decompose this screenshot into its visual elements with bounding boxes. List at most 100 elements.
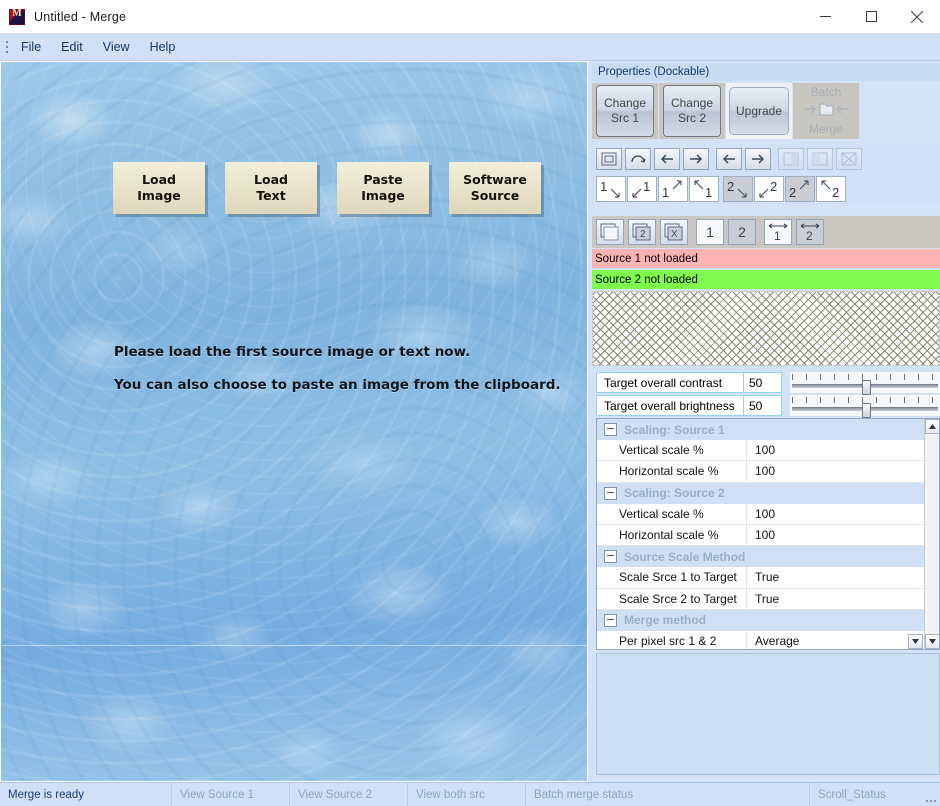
table-row[interactable]: Per pixel src 1 & 2 Average <box>597 630 939 649</box>
menu-item-view[interactable]: View <box>94 37 139 57</box>
property-category-scaling-source-2[interactable]: Scaling: Source 2 <box>597 482 939 504</box>
frame-icon[interactable] <box>596 148 622 170</box>
change-src-2-line1: Change <box>670 96 714 110</box>
status-view-source-2[interactable]: View Source 2 <box>290 783 408 806</box>
arrow-left-icon-2[interactable] <box>716 148 742 170</box>
load-image-button[interactable]: Load Image <box>113 162 205 214</box>
menu-item-edit[interactable]: Edit <box>52 37 92 57</box>
arrow-right-icon-2[interactable] <box>745 148 771 170</box>
arrow-right-icon[interactable] <box>683 148 709 170</box>
maximize-icon[interactable] <box>848 0 894 33</box>
property-value[interactable]: 100 <box>747 461 939 481</box>
property-key: Horizontal scale % <box>597 461 747 482</box>
property-value[interactable]: 100 <box>747 504 939 524</box>
rotate-cw-icon[interactable] <box>625 148 651 170</box>
src2-top-right-tool[interactable]: 2 <box>785 176 815 202</box>
status-view-both-src[interactable]: View both src <box>408 783 526 806</box>
source-1-status-strip: Source 1 not loaded <box>592 249 940 268</box>
svg-text:1: 1 <box>774 229 781 242</box>
status-scroll: Scroll_Status <box>818 788 886 801</box>
title-bar: Untitled - Merge <box>0 0 940 33</box>
svg-text:X: X <box>671 229 678 240</box>
change-src-1-button[interactable]: Change Src 1 <box>592 83 658 139</box>
table-row[interactable]: Scale Srce 2 to Target True <box>597 588 939 610</box>
table-row[interactable]: Horizontal scale % 100 <box>597 524 939 547</box>
property-value[interactable]: 100 <box>747 525 939 545</box>
target-brightness-slider[interactable] <box>790 395 940 418</box>
software-source-button[interactable]: Software Source <box>449 162 541 214</box>
target-contrast-slider[interactable] <box>790 372 940 395</box>
property-value[interactable]: 100 <box>747 440 939 460</box>
property-category-source-scale-method[interactable]: Source Scale Method <box>597 546 939 568</box>
src2-top-left-tool[interactable]: 2 <box>816 176 846 202</box>
property-key: Vertical scale % <box>597 440 747 461</box>
cross-box-icon[interactable] <box>836 148 862 170</box>
property-grid-scrollbar[interactable] <box>924 419 939 649</box>
scroll-down-icon[interactable] <box>925 634 939 649</box>
chevron-down-icon[interactable] <box>908 633 923 649</box>
collapse-icon-merge-method[interactable] <box>604 613 617 627</box>
width-2-icon[interactable]: 2 <box>796 219 824 245</box>
plain-2-label: 2 <box>738 224 746 240</box>
target-brightness-value: 50 <box>744 395 782 416</box>
svg-text:2: 2 <box>789 185 796 200</box>
box-blank-icon[interactable] <box>596 219 624 245</box>
property-category-scaling-source-1[interactable]: Scaling: Source 1 <box>597 419 939 441</box>
table-row[interactable]: Vertical scale % 100 <box>597 440 939 462</box>
resize-grip-icon[interactable] <box>922 783 940 806</box>
scroll-up-icon[interactable] <box>925 419 939 434</box>
plain-1-icon[interactable]: 1 <box>696 219 724 245</box>
menu-item-file[interactable]: File <box>12 37 50 57</box>
table-row[interactable]: Horizontal scale % 100 <box>597 461 939 483</box>
status-bar: Merge is ready View Source 1 View Source… <box>0 782 940 806</box>
source-2-status-strip: Source 2 not loaded <box>592 270 940 289</box>
src1-top-left-tool[interactable]: 1 <box>689 176 719 202</box>
change-src-2-button[interactable]: Change Src 2 <box>659 83 725 139</box>
src2-bottom-left-tool[interactable]: 2 <box>754 176 784 202</box>
status-view-source-1[interactable]: View Source 1 <box>172 783 290 806</box>
change-src-1-line1: Change <box>603 96 647 110</box>
split-right-icon[interactable] <box>807 148 833 170</box>
svg-text:2: 2 <box>832 185 839 200</box>
batch-merge-button[interactable]: Batch Merge <box>793 83 859 139</box>
window-title: Untitled - Merge <box>34 9 127 24</box>
collapse-icon-scaling-source-2[interactable] <box>604 486 617 500</box>
hint-line-1: Please load the first source image or te… <box>114 344 471 360</box>
paste-image-button[interactable]: Paste Image <box>337 162 429 214</box>
app-icon <box>9 8 25 25</box>
split-left-icon[interactable] <box>778 148 804 170</box>
table-row[interactable]: Vertical scale % 100 <box>597 503 939 525</box>
upgrade-button[interactable]: Upgrade <box>726 83 792 139</box>
src1-bottom-left-tool[interactable]: 1 <box>627 176 657 202</box>
menu-gripper[interactable] <box>2 33 12 60</box>
src2-bottom-right-tool[interactable]: 2 <box>723 176 753 202</box>
src1-bottom-right-tool[interactable]: 1 <box>596 176 626 202</box>
table-row[interactable]: Scale Srce 1 to Target True <box>597 567 939 589</box>
collapse-icon-scaling-source-1[interactable] <box>604 423 617 437</box>
properties-big-toolbar: Change Src 1 Change Src 2 Upgrade Batch <box>592 83 940 145</box>
property-value[interactable]: True <box>747 589 939 609</box>
property-value[interactable]: True <box>747 567 939 587</box>
load-text-button[interactable]: Load Text <box>225 162 317 214</box>
collapse-icon-source-scale-method[interactable] <box>604 550 617 564</box>
close-icon[interactable] <box>894 0 940 33</box>
property-category-merge-method[interactable]: Merge method <box>597 609 939 631</box>
property-key: Scale Srce 2 to Target <box>597 588 747 609</box>
box-2-icon[interactable]: 2 <box>628 219 656 245</box>
minimize-icon[interactable] <box>802 0 848 33</box>
brightness-slider-thumb[interactable] <box>862 403 871 418</box>
load-image-line1: Load <box>142 172 176 187</box>
property-key: Per pixel src 1 & 2 <box>597 630 747 649</box>
contrast-slider-thumb[interactable] <box>862 380 871 395</box>
plain-2-icon[interactable]: 2 <box>728 219 756 245</box>
src1-top-right-tool[interactable]: 1 <box>658 176 688 202</box>
box-x-icon[interactable]: X <box>660 219 688 245</box>
arrow-left-icon[interactable] <box>654 148 680 170</box>
change-src-1-line2: Src 1 <box>610 111 639 125</box>
width-1-icon[interactable]: 1 <box>764 219 792 245</box>
menu-item-help[interactable]: Help <box>141 37 185 57</box>
category-label: Merge method <box>624 613 707 628</box>
target-contrast-row: Target overall contrast 50 <box>596 372 940 395</box>
target-brightness-label: Target overall brightness <box>596 395 744 416</box>
svg-text:2: 2 <box>727 179 734 194</box>
